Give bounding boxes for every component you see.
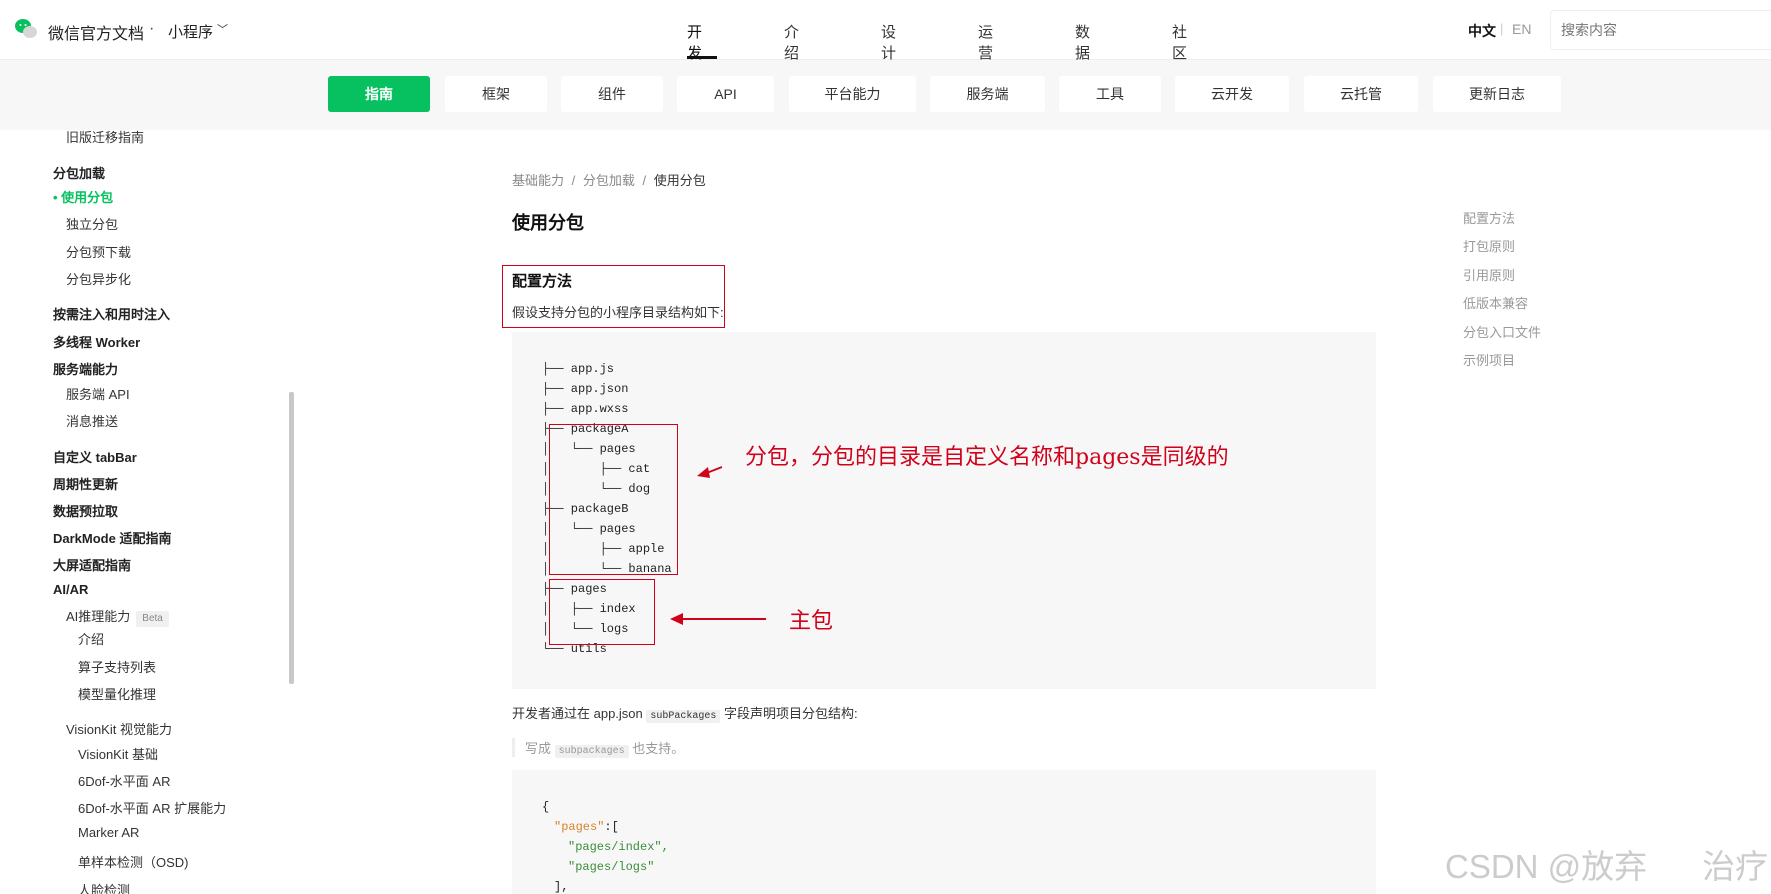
breadcrumb-item[interactable]: 基础能力	[512, 173, 564, 188]
tab-platform[interactable]: 平台能力	[789, 76, 916, 112]
tab-components[interactable]: 组件	[561, 76, 663, 112]
highlight-box-heading	[502, 265, 725, 328]
code-line: "pages/logs"	[568, 860, 655, 874]
breadcrumb-current: 使用分包	[653, 173, 706, 188]
code-line: {	[542, 800, 550, 814]
sidebar-scrollbar[interactable]	[289, 392, 294, 684]
brand-title[interactable]: 微信官方文档	[48, 20, 144, 44]
code-line: "pages":[	[554, 820, 619, 834]
toc-item[interactable]: 打包原则	[1463, 236, 1515, 255]
declare-text-pre: 开发者通过在 app.json	[512, 706, 643, 721]
page-title: 使用分包	[512, 213, 584, 233]
sidebar-item[interactable]: VisionKit 视觉能力	[66, 719, 172, 738]
breadcrumb-item[interactable]: 分包加载	[583, 173, 635, 188]
code-key: "pages"	[554, 820, 605, 834]
nav-operation[interactable]: 运营	[978, 21, 993, 63]
lang-en[interactable]: EN	[1512, 21, 1531, 37]
breadcrumb: 基础能力 / 分包加载 / 使用分包	[512, 170, 706, 189]
tab-api[interactable]: API	[677, 76, 774, 112]
code-punct: :[	[604, 820, 619, 834]
toc-item[interactable]: 分包入口文件	[1463, 322, 1541, 341]
sidebar-item[interactable]: 介绍	[78, 629, 104, 648]
beta-badge: Beta	[136, 611, 169, 627]
sidebar-item[interactable]: 自定义 tabBar	[53, 447, 137, 466]
declare-text-post: 字段声明项目分包结构:	[724, 706, 858, 721]
nav-community[interactable]: 社区	[1172, 21, 1187, 63]
tree-line: ├── app.js	[542, 362, 615, 376]
declare-text: 开发者通过在 app.json subPackages 字段声明项目分包结构:	[512, 703, 858, 723]
annotation-main-package: 主包	[789, 609, 834, 634]
sidebar-item[interactable]: 6Dof-水平面 AR	[78, 771, 170, 790]
top-header: 微信官方文档 · 小程序 ﹀ 开发 介绍 设计 运营 数据 社区 中文 | EN	[0, 0, 1771, 63]
nav-intro[interactable]: 介绍	[784, 21, 799, 63]
sidebar-item[interactable]: 分包加载	[53, 163, 105, 182]
inline-code: subpackages	[554, 745, 629, 758]
search-input[interactable]	[1550, 10, 1771, 50]
tree-line: ├── app.json	[542, 382, 629, 396]
toc-item[interactable]: 示例项目	[1463, 350, 1515, 369]
lang-separator: |	[1500, 21, 1504, 36]
sidebar-item[interactable]: 分包异步化	[66, 269, 131, 288]
annotation-subpackage: 分包，分包的目录是自定义名称和pages是同级的	[745, 445, 1229, 470]
chevron-down-icon[interactable]: ﹀	[217, 21, 228, 37]
inline-code: subPackages	[646, 710, 721, 723]
sidebar-item[interactable]: 大屏适配指南	[53, 555, 131, 574]
sidebar-item[interactable]: 人脸检测	[78, 880, 130, 894]
sidebar-item[interactable]: DarkMode 适配指南	[53, 528, 171, 547]
csdn-watermark: CSDN @放弃 治疗	[1445, 848, 1769, 885]
sidebar-item[interactable]: 消息推送	[66, 411, 118, 430]
sidebar-item-active[interactable]: • 使用分包	[53, 187, 113, 206]
code-line: ],	[554, 880, 569, 894]
highlight-box-subpackages	[549, 424, 678, 575]
note-text-pre: 写成	[525, 741, 552, 756]
brand-separator: ·	[149, 20, 155, 37]
sidebar-item[interactable]: 算子支持列表	[78, 657, 156, 676]
tab-server[interactable]: 服务端	[930, 76, 1045, 112]
sidebar-item[interactable]: Marker AR	[78, 825, 139, 840]
json-code-block: { "pages":[ "pages/index", "pages/logs" …	[512, 770, 1376, 894]
code-line: "pages/index",	[568, 840, 669, 854]
tab-changelog[interactable]: 更新日志	[1433, 76, 1561, 112]
toc-item[interactable]: 配置方法	[1463, 208, 1515, 227]
lang-zh[interactable]: 中文	[1468, 21, 1496, 41]
highlight-box-main-package	[549, 579, 655, 645]
wechat-logo-icon[interactable]	[14, 18, 38, 40]
breadcrumb-separator: /	[642, 173, 647, 188]
sidebar-item[interactable]: 独立分包	[66, 214, 118, 233]
product-selector[interactable]: 小程序	[168, 21, 213, 42]
sidebar-item[interactable]: VisionKit 基础	[78, 744, 158, 763]
sidebar-item-label: AI推理能力	[66, 609, 131, 624]
toc-item[interactable]: 引用原则	[1463, 265, 1515, 284]
toc-item[interactable]: 低版本兼容	[1463, 293, 1528, 312]
sidebar-item[interactable]: 单样本检测（OSD)	[78, 852, 189, 871]
sidebar-item[interactable]: 旧版迁移指南	[66, 130, 144, 146]
tab-cloud-host[interactable]: 云托管	[1304, 76, 1418, 112]
sidebar-item[interactable]: 周期性更新	[53, 474, 118, 493]
tab-cloud-dev[interactable]: 云开发	[1175, 76, 1289, 112]
sidebar-item[interactable]: AI/AR	[53, 582, 88, 597]
tree-line: ├── app.wxss	[542, 402, 629, 416]
sidebar-item[interactable]: 服务端 API	[66, 384, 130, 403]
sidebar-item[interactable]: AI推理能力 Beta	[66, 606, 169, 627]
sidebar-item[interactable]: 分包预下载	[66, 242, 131, 261]
sidebar: 旧版迁移指南 分包加载 • 使用分包 独立分包 分包预下载 分包异步化 按需注入…	[0, 130, 290, 894]
note-blockquote: 写成 subpackages 也支持。	[512, 738, 685, 758]
tab-framework[interactable]: 框架	[445, 76, 547, 112]
nav-design[interactable]: 设计	[881, 21, 896, 63]
sidebar-item[interactable]: 多线程 Worker	[53, 332, 140, 351]
sidebar-item[interactable]: 数据预拉取	[53, 501, 118, 520]
sidebar-item[interactable]: 按需注入和用时注入	[53, 304, 170, 323]
sidebar-item[interactable]: 服务端能力	[53, 359, 118, 378]
nav-data[interactable]: 数据	[1075, 21, 1090, 63]
tab-guide[interactable]: 指南	[328, 76, 430, 112]
sidebar-item[interactable]: 6Dof-水平面 AR 扩展能力	[78, 798, 226, 817]
nav-active-indicator	[687, 56, 717, 59]
sub-nav: 指南 框架 组件 API 平台能力 服务端 工具 云开发 云托管 更新日志	[0, 60, 1771, 130]
note-text-post: 也支持。	[632, 741, 685, 756]
breadcrumb-separator: /	[571, 173, 576, 188]
sidebar-item[interactable]: 模型量化推理	[78, 684, 156, 703]
tab-tools[interactable]: 工具	[1059, 76, 1161, 112]
